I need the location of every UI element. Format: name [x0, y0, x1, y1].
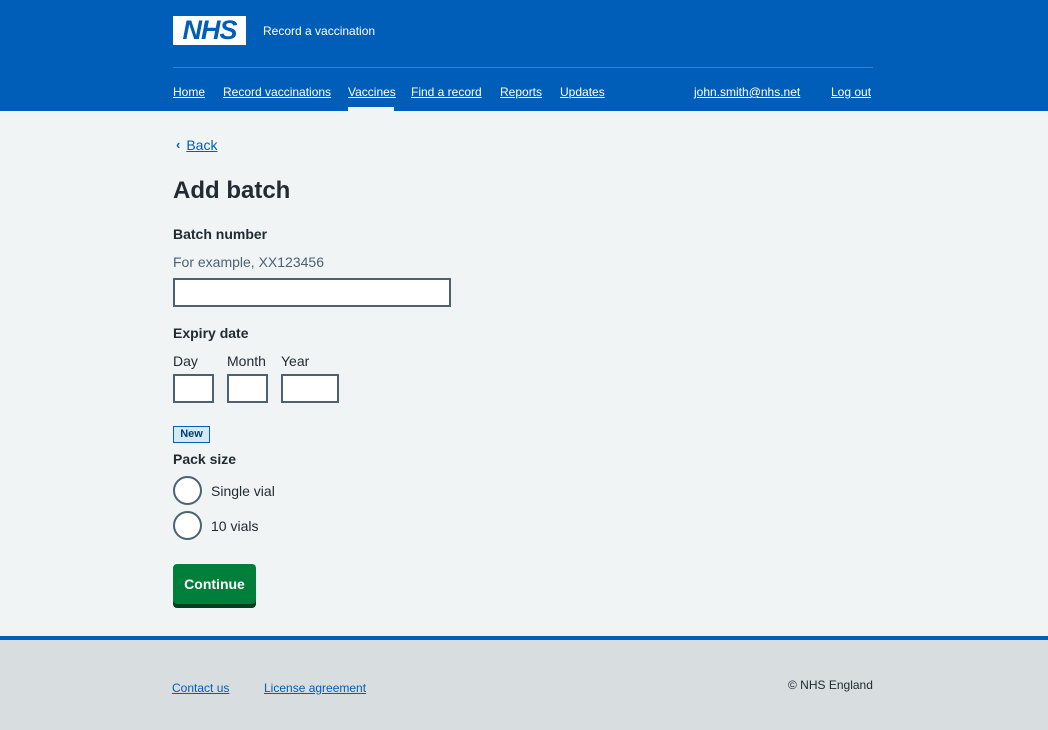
site-footer: Contact us License agreement © NHS Engla…	[0, 636, 1048, 730]
new-tag: New	[173, 426, 210, 443]
footer-license-agreement-link[interactable]: License agreement	[264, 680, 366, 696]
footer-contact-us-link[interactable]: Contact us	[172, 680, 229, 696]
expiry-month-label: Month	[227, 353, 266, 369]
page-title: Add batch	[173, 177, 291, 204]
service-name[interactable]: Record a vaccination	[263, 23, 375, 39]
continue-button[interactable]: Continue	[173, 564, 256, 604]
copyright-text: © NHS England	[788, 678, 873, 692]
pack-size-10-vials-label[interactable]: 10 vials	[211, 518, 258, 534]
nav-item-vaccines[interactable]: Vaccines	[348, 84, 396, 100]
batch-number-label: Batch number	[173, 226, 268, 242]
batch-number-hint: For example, XX123456	[173, 254, 324, 270]
header-divider	[173, 67, 873, 68]
nav-item-record-vaccinations[interactable]: Record vaccinations	[223, 84, 331, 100]
back-link[interactable]: ‹ Back	[176, 137, 217, 153]
account-email-link[interactable]: john.smith@nhs.net	[694, 84, 800, 100]
batch-number-input[interactable]	[173, 278, 451, 307]
nav-active-indicator	[348, 107, 394, 111]
nav-item-home[interactable]: Home	[173, 84, 205, 100]
nhs-logo-text: NHS	[182, 15, 237, 45]
log-out-link[interactable]: Log out	[831, 84, 871, 100]
nav-item-reports[interactable]: Reports	[500, 84, 542, 100]
chevron-left-icon: ‹	[176, 137, 181, 152]
expiry-day-input[interactable]	[173, 374, 214, 403]
pack-size-label: Pack size	[173, 451, 237, 467]
pack-size-single-vial-radio[interactable]	[173, 476, 202, 505]
expiry-day-label: Day	[173, 353, 198, 369]
nhs-logo[interactable]: NHS	[173, 16, 246, 45]
pack-size-single-vial-label[interactable]: Single vial	[211, 483, 275, 499]
nav-item-find-a-record[interactable]: Find a record	[411, 84, 482, 100]
expiry-year-input[interactable]	[281, 374, 339, 403]
nav-item-updates[interactable]: Updates	[560, 84, 605, 100]
pack-size-10-vials-radio[interactable]	[173, 511, 202, 540]
expiry-month-input[interactable]	[227, 374, 268, 403]
site-header: NHS Record a vaccination Home Record vac…	[0, 0, 1048, 111]
expiry-date-label: Expiry date	[173, 325, 249, 341]
back-link-label[interactable]: Back	[186, 137, 217, 153]
expiry-year-label: Year	[281, 353, 310, 369]
